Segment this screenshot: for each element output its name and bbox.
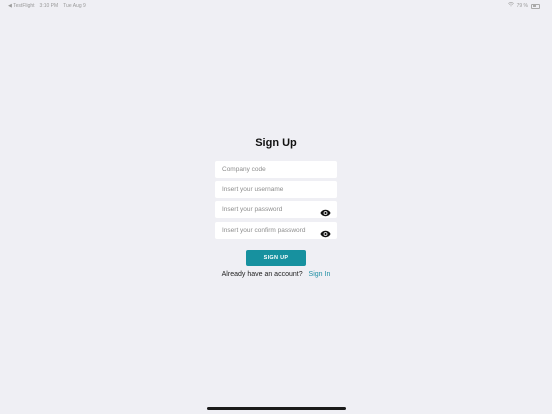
status-bar: ◀ TestFlight 3:10 PM Tue Aug 9 79 % (0, 0, 552, 12)
battery-percentage: 79 % (516, 3, 528, 9)
password-field-container (215, 201, 337, 218)
eye-icon[interactable] (320, 205, 331, 216)
page-title: Sign Up (255, 137, 297, 149)
eye-icon[interactable] (320, 226, 331, 237)
home-indicator[interactable] (207, 407, 346, 410)
sign-in-link[interactable]: Sign In (309, 271, 331, 278)
confirm-password-input[interactable] (215, 222, 337, 239)
sign-in-prompt: Already have an account? Sign In (0, 270, 552, 279)
username-field-container (215, 181, 337, 198)
password-input[interactable] (215, 201, 337, 218)
back-to-testflight-link[interactable]: ◀ TestFlight (8, 0, 35, 12)
status-time: 3:10 PM (39, 3, 59, 9)
company-code-field-container (215, 161, 337, 178)
username-input[interactable] (215, 181, 337, 198)
sign-up-button[interactable]: SIGN UP (246, 250, 306, 266)
status-date: Tue Aug 9 (63, 3, 86, 9)
account-question-text: Already have an account? (221, 271, 303, 278)
status-left: ◀ TestFlight 3:10 PM Tue Aug 9 (8, 0, 86, 12)
company-code-input[interactable] (215, 161, 337, 178)
battery-icon (531, 3, 540, 9)
wifi-icon (507, 0, 514, 12)
status-right: 79 % (507, 0, 540, 12)
confirm-password-field-container (215, 222, 337, 239)
